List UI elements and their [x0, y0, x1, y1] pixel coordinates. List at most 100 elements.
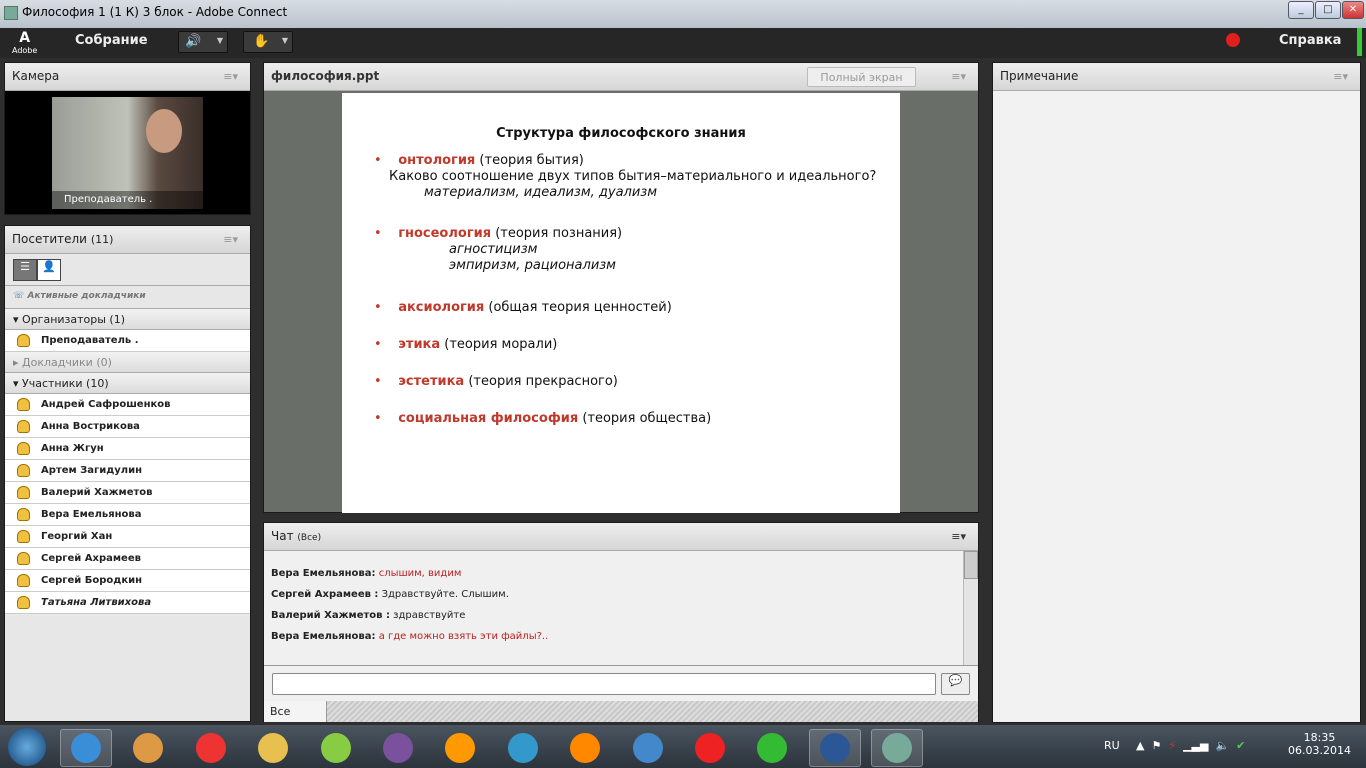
- user-icon: [17, 398, 30, 411]
- fullscreen-button[interactable]: Полный экран: [807, 67, 916, 87]
- panel-menu-icon[interactable]: ≡▾: [1333, 70, 1348, 83]
- active-speakers-label: Активные докладчики: [27, 291, 146, 301]
- camera-label: Преподаватель .: [52, 191, 203, 209]
- window-title: Философия 1 (1 К) 3 блок - Adobe Connect: [22, 5, 288, 19]
- speaker-icon: 🔊: [185, 34, 202, 49]
- host-user-icon: [17, 334, 30, 347]
- meeting-menu[interactable]: Собрание: [75, 33, 148, 48]
- app-icon[interactable]: [310, 729, 362, 767]
- panel-title: Камера: [12, 69, 60, 83]
- chevron-down-icon[interactable]: ▼: [217, 36, 223, 45]
- slide: Структура философского знания • онтологи…: [342, 93, 900, 513]
- viber-icon[interactable]: [372, 729, 424, 767]
- speech-bubble-icon: 💬: [948, 674, 963, 687]
- group-hosts[interactable]: ▾ Организаторы (1): [5, 309, 250, 330]
- panel-header: философия.ppt Полный экран ≡▾: [264, 63, 978, 91]
- signal-icon: ▁▃▅: [1183, 739, 1209, 752]
- speaker-button[interactable]: 🔊 ▼: [178, 31, 228, 53]
- a-app-icon[interactable]: [746, 729, 798, 767]
- attendee-row[interactable]: Валерий Хажметов: [5, 482, 250, 504]
- panel-title: Чат: [271, 529, 294, 543]
- recording-icon[interactable]: [1226, 33, 1240, 47]
- slide-bullet: • аксиология (общая теория ценностей): [374, 300, 672, 315]
- attendee-count: (11): [90, 233, 114, 246]
- chat-message: Сергей Ахрамеев : Здравствуйте. Слышим.: [271, 589, 509, 600]
- media-player-icon[interactable]: [497, 729, 549, 767]
- attendee-row[interactable]: Сергей Бородкин: [5, 570, 250, 592]
- adobe-connect-icon[interactable]: [871, 729, 924, 767]
- chat-scrollbar[interactable]: [963, 551, 978, 665]
- attendee-row[interactable]: Артем Загидулин: [5, 460, 250, 482]
- attendee-row[interactable]: Сергей Ахрамеев: [5, 548, 250, 570]
- user-icon: [17, 552, 30, 565]
- panel-menu-icon[interactable]: ≡▾: [951, 70, 966, 83]
- slide-subline: Каково соотношение двух типов бытия–мате…: [389, 169, 877, 184]
- group-participants[interactable]: ▾ Участники (10): [5, 373, 250, 394]
- chat-message: Вера Емельянова: а где можно взять эти ф…: [271, 631, 549, 642]
- maximize-button[interactable]: □: [1315, 1, 1341, 19]
- user-icon: [17, 486, 30, 499]
- slide-bullet: • гносеология (теория познания) агностици…: [374, 226, 894, 273]
- audio-icon[interactable]: [622, 729, 674, 767]
- ie-icon[interactable]: [60, 729, 112, 767]
- tray-icons[interactable]: ▲ ⚑ ⚡ ▁▃▅ 🔈 ✔: [1136, 739, 1245, 752]
- list-view-icon[interactable]: ☰: [13, 259, 37, 281]
- attendee-row[interactable]: Вера Емельянова: [5, 504, 250, 526]
- close-button[interactable]: ✕: [1342, 1, 1364, 19]
- notes-panel: Примечание ≡▾: [992, 62, 1361, 723]
- yandex-browser-icon[interactable]: [185, 729, 237, 767]
- share-panel: философия.ppt Полный экран ≡▾ Структура …: [263, 62, 979, 513]
- start-button[interactable]: [8, 728, 46, 766]
- mail-agent-icon[interactable]: [434, 729, 486, 767]
- chat-message: Валерий Хажметов : здравствуйте: [271, 610, 466, 621]
- help-menu[interactable]: Справка: [1279, 33, 1341, 48]
- minimize-button[interactable]: _: [1288, 1, 1314, 19]
- word-icon[interactable]: [808, 729, 861, 767]
- attendee-row[interactable]: Андрей Сафрошенков: [5, 394, 250, 416]
- people-view-icon[interactable]: 👤: [37, 259, 61, 281]
- user-icon: [17, 574, 30, 587]
- attendee-row[interactable]: Преподаватель .: [5, 330, 250, 352]
- language-indicator[interactable]: RU: [1104, 739, 1120, 752]
- user-icon: [17, 596, 30, 609]
- volume-icon: 🔈: [1215, 739, 1230, 752]
- panel-header: Камера ≡▾: [5, 63, 250, 91]
- adobe-logo: A Adobe: [12, 30, 38, 55]
- yandex-icon[interactable]: [684, 729, 736, 767]
- notes-area[interactable]: [993, 91, 1360, 721]
- panel-header: Чат (Все) ≡▾: [264, 523, 978, 551]
- chat-messages: Вера Емельянова: слышим, видим Сергей Ахр…: [264, 551, 978, 666]
- phone-icon: ☏: [13, 291, 25, 301]
- panel-menu-icon[interactable]: ≡▾: [223, 70, 238, 83]
- connection-indicator: [1357, 28, 1362, 56]
- attendee-row[interactable]: Анна Вострикова: [5, 416, 250, 438]
- explorer-icon[interactable]: [247, 729, 299, 767]
- clock[interactable]: 18:35 06.03.2014: [1288, 731, 1351, 757]
- user-icon: [17, 464, 30, 477]
- group-presenters[interactable]: ▸ Докладчики (0): [5, 352, 250, 373]
- chevron-down-icon[interactable]: ▼: [282, 36, 288, 45]
- panel-menu-icon[interactable]: ≡▾: [223, 233, 238, 246]
- chat-input[interactable]: [272, 673, 936, 695]
- raise-hand-button[interactable]: ✋ ▼: [243, 31, 293, 53]
- chat-scope: (Все): [297, 533, 322, 543]
- slide-subline: эмпиризм, рационализм: [449, 258, 616, 273]
- camera-panel: Камера ≡▾ Преподаватель .: [4, 62, 251, 215]
- slide-subline: материализм, идеализм, дуализм: [424, 185, 658, 200]
- chrome-icon[interactable]: [122, 729, 174, 767]
- network-icon: ✔: [1236, 739, 1246, 752]
- chat-panel: Чат (Все) ≡▾ Вера Емельянова: слышим, вид…: [263, 522, 979, 722]
- send-button[interactable]: 💬: [941, 673, 970, 695]
- attendee-row[interactable]: Анна Жгун: [5, 438, 250, 460]
- attendee-row[interactable]: Татьяна Литвихова: [5, 592, 250, 614]
- app-icon: [4, 6, 18, 20]
- attendee-row[interactable]: Георгий Хан: [5, 526, 250, 548]
- slide-bullet: • социальная философия (теория общества): [374, 411, 712, 426]
- power-icon: ⚡: [1168, 739, 1177, 752]
- panel-header: Посетители (11) ≡▾: [5, 226, 250, 254]
- odnoklassniki-icon[interactable]: [559, 729, 611, 767]
- flag-icon: ⚑: [1151, 739, 1162, 752]
- title-bar: Философия 1 (1 К) 3 блок - Adobe Connect…: [0, 0, 1366, 28]
- chat-tab-all[interactable]: Все: [264, 701, 327, 722]
- panel-menu-icon[interactable]: ≡▾: [951, 530, 966, 543]
